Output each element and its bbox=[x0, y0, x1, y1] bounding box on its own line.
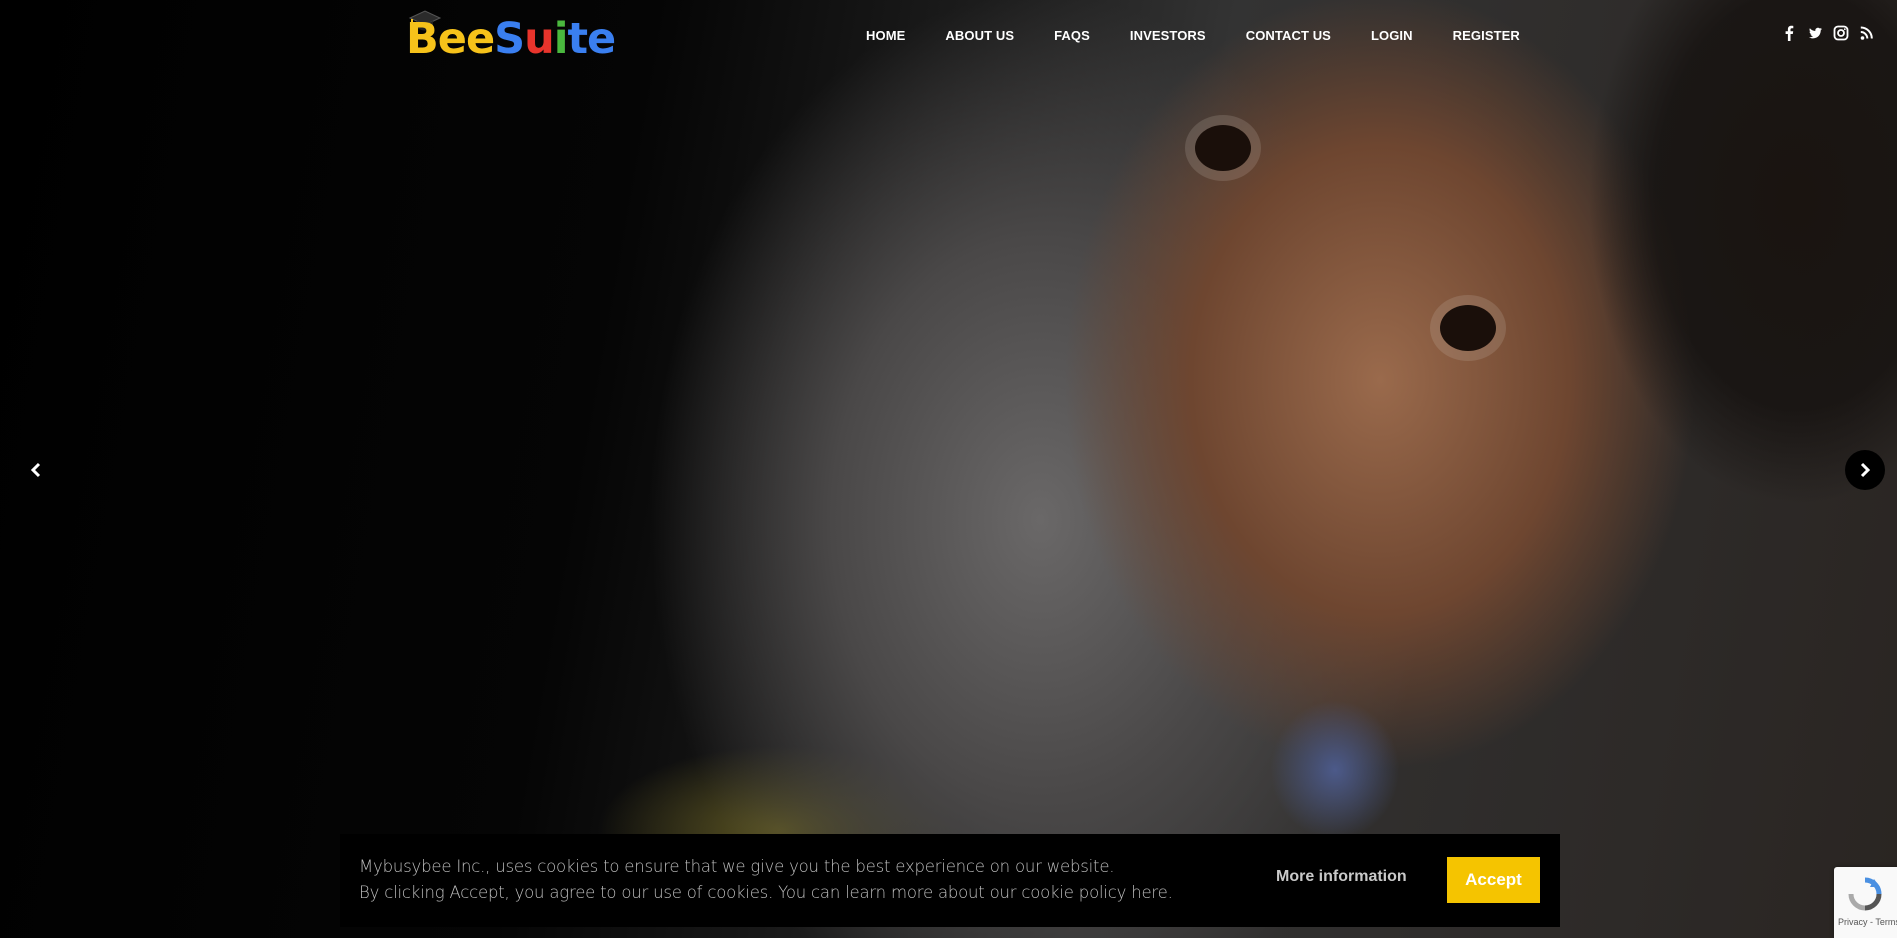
cookie-consent-bar: Mybusybee Inc., uses cookies to ensure t… bbox=[340, 834, 1560, 927]
main-nav: HOME ABOUT US FAQS INVESTORS CONTACT US … bbox=[866, 28, 1560, 44]
hero-image-collar bbox=[1270, 700, 1400, 840]
cookie-message-line: Mybusybee Inc., uses cookies to ensure t… bbox=[359, 857, 1115, 876]
nav-register[interactable]: REGISTER bbox=[1453, 28, 1520, 44]
more-information-link[interactable]: More information bbox=[1276, 868, 1407, 886]
hero-image-eye bbox=[1195, 125, 1251, 171]
instagram-icon[interactable] bbox=[1833, 24, 1849, 42]
nav-investors[interactable]: INVESTORS bbox=[1130, 28, 1206, 44]
nav-about-us[interactable]: ABOUT US bbox=[945, 28, 1014, 44]
accept-cookies-button[interactable]: Accept bbox=[1447, 857, 1540, 903]
nav-login[interactable]: LOGIN bbox=[1371, 28, 1413, 44]
cookie-message: Mybusybee Inc., uses cookies to ensure t… bbox=[359, 854, 1173, 906]
site-logo[interactable]: BeeSuite bbox=[406, 8, 616, 64]
slider-next-button[interactable] bbox=[1845, 450, 1885, 490]
recaptcha-terms[interactable]: Privacy - Terms bbox=[1838, 917, 1897, 927]
hero-image-eye bbox=[1440, 305, 1496, 351]
chevron-right-icon bbox=[1860, 462, 1871, 478]
hero-slider bbox=[0, 0, 1897, 938]
chevron-left-icon bbox=[30, 462, 41, 478]
facebook-icon[interactable] bbox=[1781, 24, 1797, 42]
recaptcha-icon bbox=[1848, 877, 1882, 911]
slider-prev-button[interactable] bbox=[16, 450, 56, 490]
nav-home[interactable]: HOME bbox=[866, 28, 905, 44]
nav-contact-us[interactable]: CONTACT US bbox=[1246, 28, 1331, 44]
logo-wordmark: BeeSuite bbox=[406, 14, 616, 64]
cookie-message-line: By clicking Accept, you agree to our use… bbox=[359, 883, 1173, 902]
hero-image-hair bbox=[1377, 0, 1897, 700]
recaptcha-badge[interactable]: Privacy - Terms bbox=[1834, 867, 1897, 938]
rss-icon[interactable] bbox=[1859, 24, 1875, 42]
twitter-icon[interactable] bbox=[1807, 24, 1823, 42]
nav-faqs[interactable]: FAQS bbox=[1054, 28, 1090, 44]
social-links bbox=[1781, 24, 1875, 42]
